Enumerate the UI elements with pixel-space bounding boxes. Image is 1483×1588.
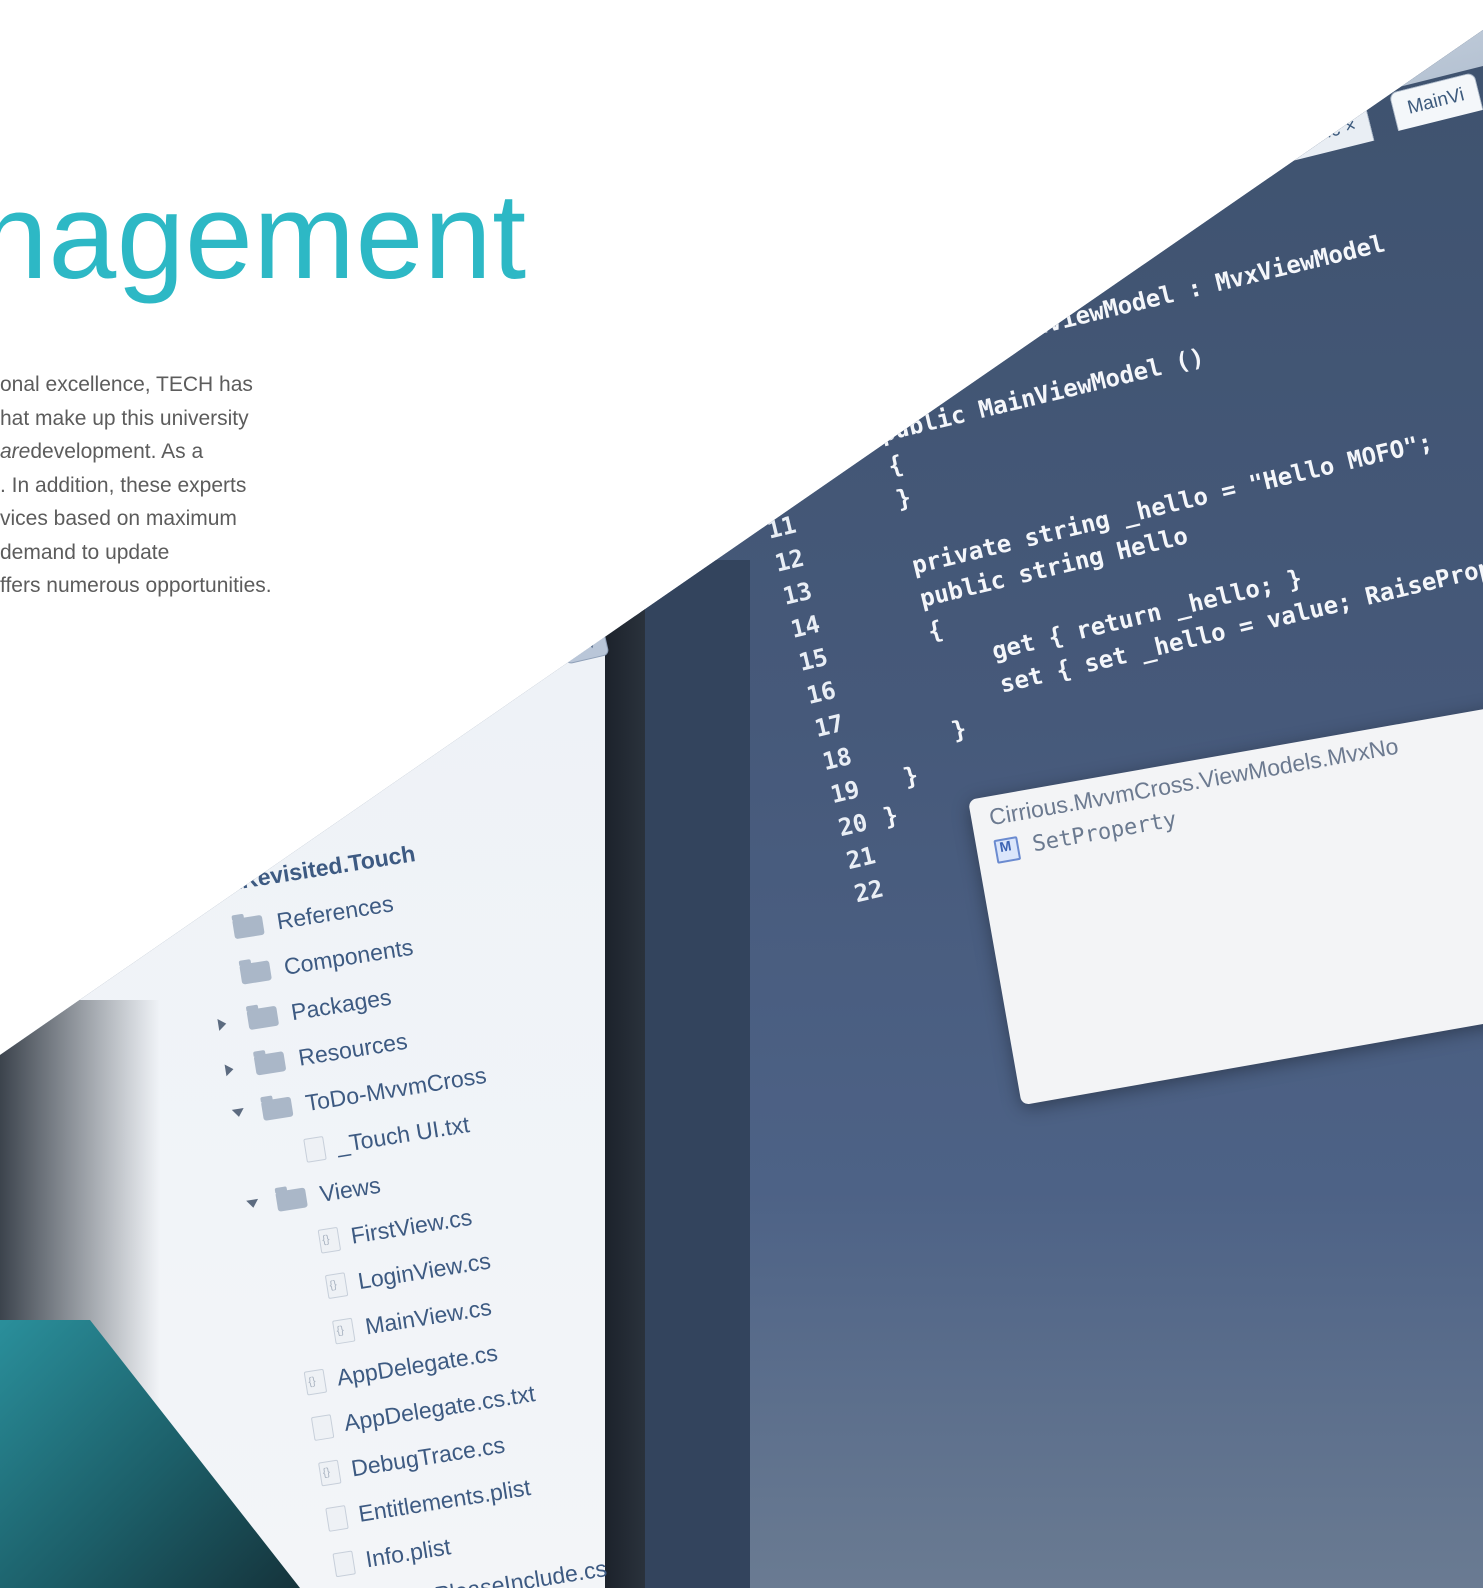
code-file-icon [317,1226,342,1254]
line-number-gutter [640,560,750,1588]
line-number [722,330,767,341]
file-icon [303,1135,327,1163]
code-text: oss.ViewModels; [745,191,963,270]
intro-italic: are [0,440,31,463]
intro-line: . In addition, these experts [0,473,247,497]
tree-item[interactable]: neezRevisited.Touch [177,840,417,912]
file-icon [310,1414,335,1441]
line-number [738,396,783,407]
tree-item[interactable]: onfig [170,812,302,867]
file-icon [217,823,241,851]
line-number: 8 [740,414,761,446]
intro-line: aredevelopment. As a [0,435,360,469]
code-text: { [785,397,834,435]
line-number [730,363,775,374]
intro-line: demand to update [0,540,170,564]
file-icon [325,1505,349,1532]
line-number: 9 [748,447,769,479]
solution-pad-header [320,492,626,619]
code-file-icon [332,1317,356,1345]
chevron-right-icon[interactable] [224,1063,235,1077]
intro-line-rest: development. As a [30,440,204,463]
code-file-icon [318,1459,342,1487]
intro-paragraph: onal excellence, TECH has hat make up th… [0,368,360,603]
intro-line: onal excellence, TECH has [0,373,253,396]
tree-item-label: onfig [248,811,302,846]
chevron-right-icon[interactable] [217,1017,228,1031]
pane-divider [605,30,645,1588]
file-icon [332,1550,356,1578]
code-file-icon [324,1272,349,1300]
line-number [706,264,751,275]
line-number [714,297,759,308]
code-file-icon [303,1368,328,1396]
intro-line: ffers numerous opportunities. [0,574,272,597]
intro-line: hat make up this university [0,406,249,430]
page-heading: nagement [0,168,527,304]
intro-line: vices based on maximum [0,507,237,530]
method-icon [993,835,1022,864]
